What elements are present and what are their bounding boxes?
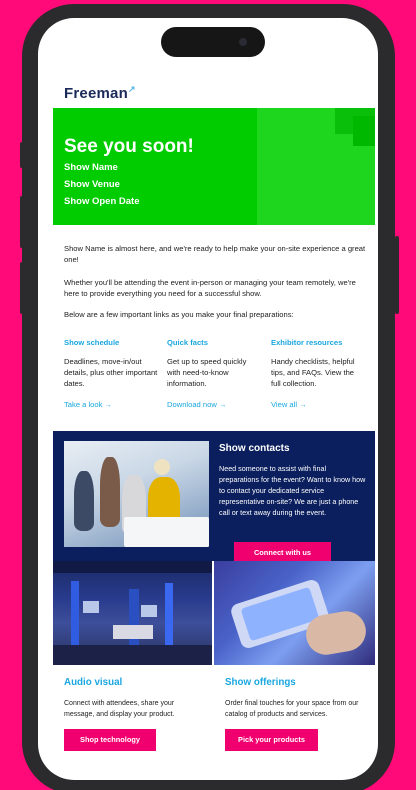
column-show-schedule: Show schedule Deadlines, move-in/out det… — [64, 338, 164, 409]
intro-paragraph: Below are a few important links as you m… — [64, 310, 294, 319]
hero-show-name: Show Name — [64, 162, 118, 173]
pick-your-products-button[interactable]: Pick your products — [225, 729, 318, 751]
contacts-text: Need someone to assist with final prepar… — [219, 464, 366, 517]
hero-show-venue: Show Venue — [64, 179, 120, 190]
column-exhibitor-resources: Exhibitor resources Handy checklists, he… — [271, 338, 363, 409]
column-title: Show schedule — [64, 338, 120, 347]
hero-banner: See you soon! Show Name Show Venue Show … — [53, 108, 375, 225]
view-all-link[interactable]: View all → — [271, 400, 307, 409]
phone-side-button — [395, 236, 399, 314]
logo-mark-icon: ↗ — [127, 84, 136, 94]
column-text: Get up to speed quickly with need-to-kno… — [167, 357, 247, 388]
phone-side-button — [20, 196, 24, 248]
contacts-title: Show contacts — [219, 443, 290, 454]
shop-technology-button[interactable]: Shop technology — [64, 729, 156, 751]
phone-side-button — [20, 262, 24, 314]
show-contacts-section: Show contacts Need someone to assist wit… — [53, 431, 375, 564]
column-text: Deadlines, move-in/out details, plus oth… — [64, 357, 158, 388]
freeman-logo[interactable]: Freeman↗ — [64, 84, 136, 102]
hero-title: See you soon! — [64, 136, 194, 157]
logo-text: Freeman — [64, 85, 128, 102]
show-offerings-title: Show offerings — [225, 677, 296, 688]
intro-paragraph: Whether you'll be attending the event in… — [64, 278, 356, 298]
phone-side-button — [20, 142, 24, 168]
show-offerings-text: Order final touches for your space from … — [225, 700, 359, 718]
email-screen[interactable]: Freeman↗ See you soon! Show Name Show Ve… — [38, 18, 378, 780]
take-a-look-link[interactable]: Take a look → — [64, 400, 112, 409]
column-quick-facts: Quick facts Get up to speed quickly with… — [167, 338, 259, 409]
column-title: Exhibitor resources — [271, 338, 343, 347]
audio-visual-title: Audio visual — [64, 677, 123, 688]
column-text: Handy checklists, helpful tips, and FAQs… — [271, 357, 355, 388]
audio-visual-photo — [53, 561, 212, 665]
column-title: Quick facts — [167, 338, 208, 347]
audio-visual-text: Connect with attendees, share your messa… — [64, 700, 175, 718]
contacts-photo — [64, 441, 209, 547]
download-now-link[interactable]: Download now → — [167, 400, 227, 409]
hero-decoration — [353, 116, 375, 146]
show-offerings-photo — [214, 561, 375, 665]
camera-icon — [239, 38, 247, 46]
intro-paragraph: Show Name is almost here, and we're read… — [64, 244, 366, 264]
hero-show-date: Show Open Date — [64, 196, 140, 207]
phone-notch — [161, 27, 265, 57]
